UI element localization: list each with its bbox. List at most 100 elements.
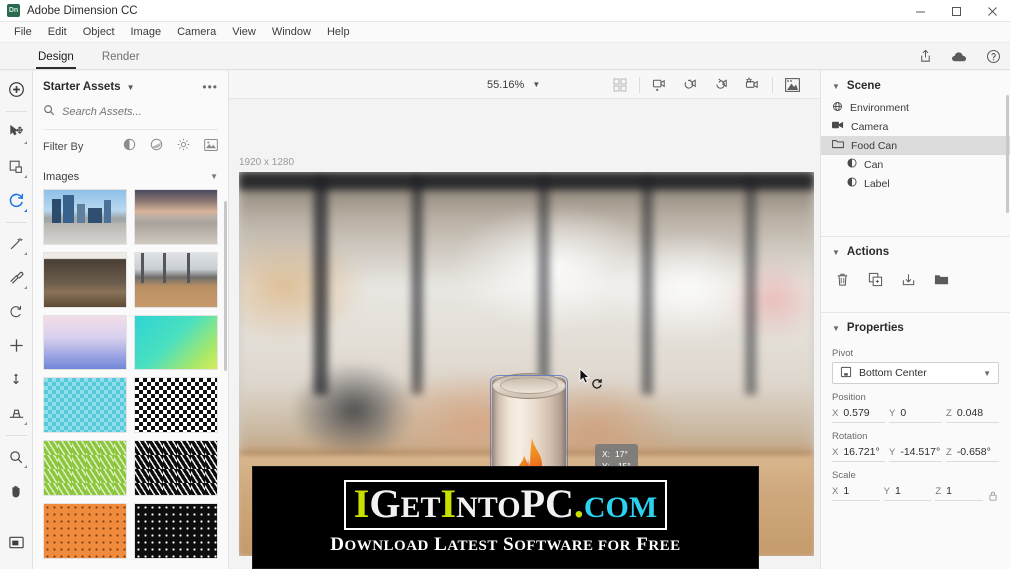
chevron-down-icon[interactable]: ▼ [210, 172, 218, 181]
actions-section-header[interactable]: ▼ Actions [821, 237, 1010, 264]
search-input[interactable] [62, 106, 212, 118]
menu-help[interactable]: Help [319, 24, 358, 40]
asset-card[interactable]: City Backdrop [43, 188, 127, 245]
asset-card[interactable] [43, 503, 127, 559]
tool-move-3d[interactable] [3, 332, 30, 359]
camera-star-icon[interactable] [737, 74, 768, 96]
images-section-header[interactable]: Images ▼ [33, 164, 228, 189]
material-filter-icon[interactable] [123, 138, 136, 156]
canvas-toolbar-icons [604, 74, 808, 96]
pivot-select[interactable]: Bottom Center ▼ [832, 362, 999, 384]
tab-design[interactable]: Design [24, 47, 88, 69]
tool-sampler[interactable] [3, 264, 30, 291]
scale-z-field[interactable]: Z 1 [935, 484, 984, 501]
chevron-down-icon[interactable]: ▼ [983, 369, 991, 378]
position-z-value: 0.048 [956, 407, 984, 419]
asset-card[interactable]: Desert Backdrop [134, 188, 218, 245]
camera-bookmark-add-icon[interactable] [644, 74, 675, 96]
rotation-label: Rotation [832, 431, 868, 442]
menu-edit[interactable]: Edit [40, 24, 75, 40]
position-z-field[interactable]: Z 0.048 [946, 406, 999, 423]
tab-render[interactable]: Render [88, 47, 154, 69]
chevron-down-icon[interactable]: ▼ [832, 248, 840, 257]
asset-card[interactable]: Checkers [134, 377, 218, 434]
tool-render-preview[interactable] [3, 529, 30, 556]
chevron-down-icon[interactable]: ▼ [832, 324, 840, 333]
menu-window[interactable]: Window [264, 24, 319, 40]
tool-horizon[interactable] [3, 400, 30, 427]
asset-card[interactable]: Dashes [43, 440, 127, 497]
tool-zoom[interactable] [3, 443, 30, 470]
cloud-icon[interactable] [950, 47, 968, 65]
menu-camera[interactable]: Camera [169, 24, 224, 40]
rotation-z-field[interactable]: Z -0.658° [946, 445, 999, 462]
scene-item-camera[interactable]: Camera [821, 117, 1010, 136]
asset-card[interactable]: Horizontal Gradi... [43, 314, 127, 371]
tool-rotate[interactable] [3, 187, 30, 214]
asset-card[interactable]: Table [134, 251, 218, 308]
camera-redo-icon[interactable] [706, 74, 737, 96]
help-icon[interactable] [984, 47, 1002, 65]
model-filter-icon[interactable] [150, 138, 163, 156]
share-icon[interactable] [916, 47, 934, 65]
position-x-field[interactable]: X 0.579 [832, 406, 885, 423]
render-preview-icon[interactable] [777, 74, 808, 96]
asset-card[interactable]: Dashes [134, 440, 218, 497]
right-panel-scrollbar[interactable] [1006, 95, 1009, 213]
tool-orbit[interactable] [3, 298, 30, 325]
rotation-x-field[interactable]: X 16.721° [832, 445, 885, 462]
duplicate-icon[interactable] [868, 272, 883, 292]
scene-item-environment[interactable]: Environment [821, 98, 1010, 117]
tool-select-move[interactable] [3, 119, 30, 146]
zoom-control[interactable]: 55.16% ▼ [487, 79, 540, 91]
asset-card[interactable]: Gallery [43, 251, 127, 308]
rotation-y-field[interactable]: Y -14.517° [889, 445, 942, 462]
tool-magic-wand[interactable] [3, 230, 30, 257]
position-y-axis: Y [889, 408, 896, 419]
scene-item-can[interactable]: Can [821, 155, 1010, 174]
menu-object[interactable]: Object [75, 24, 123, 40]
asset-card[interactable] [134, 503, 218, 559]
image-filter-icon[interactable] [204, 138, 218, 156]
tool-add-object[interactable] [3, 76, 30, 103]
scale-x-field[interactable]: X 1 [832, 484, 880, 501]
position-y-field[interactable]: Y 0 [889, 406, 942, 423]
scene-section-title: Scene [846, 80, 881, 92]
assets-more-icon[interactable]: ••• [202, 80, 218, 94]
wm-s8: REE [648, 537, 681, 554]
scene-item-food-can[interactable]: Food Can [821, 136, 1010, 155]
asset-card[interactable]: Diagonal Gradient [134, 314, 218, 371]
export-icon[interactable] [901, 272, 916, 292]
delete-icon[interactable] [835, 272, 850, 292]
minimize-icon[interactable] [902, 0, 938, 22]
chevron-down-icon[interactable]: ▼ [127, 83, 135, 92]
tool-hand[interactable] [3, 477, 30, 504]
tool-scale[interactable] [3, 153, 30, 180]
group-icon[interactable] [934, 272, 949, 292]
assets-scrollbar[interactable] [224, 201, 227, 371]
scale-x-axis: X [832, 486, 839, 497]
group-folder-icon [832, 139, 844, 152]
scene-section-header[interactable]: ▼ Scene [821, 71, 1010, 98]
scene-item-label-obj[interactable]: Label [821, 174, 1010, 193]
tool-drop-to-ground[interactable] [3, 366, 30, 393]
object-icon [847, 158, 857, 171]
scale-label: Scale [832, 470, 856, 481]
grid-overlay-icon[interactable] [604, 74, 635, 96]
camera-undo-icon[interactable] [675, 74, 706, 96]
close-icon[interactable] [974, 0, 1010, 22]
menu-view[interactable]: View [224, 24, 264, 40]
asset-label [44, 558, 126, 559]
maximize-icon[interactable] [938, 0, 974, 22]
chevron-down-icon[interactable]: ▼ [832, 82, 840, 91]
scale-y-field[interactable]: Y 1 [883, 484, 932, 501]
lock-icon[interactable] [987, 484, 999, 501]
chevron-down-icon[interactable]: ▼ [532, 80, 540, 89]
menu-image[interactable]: Image [123, 24, 170, 40]
light-filter-icon[interactable] [177, 138, 190, 156]
window-controls [902, 0, 1010, 22]
properties-section-header[interactable]: ▼ Properties [821, 313, 1010, 340]
position-fields: X 0.579 Y 0 Z 0.048 [821, 406, 1010, 423]
asset-card[interactable]: Checkers [43, 377, 127, 434]
menu-file[interactable]: File [6, 24, 40, 40]
